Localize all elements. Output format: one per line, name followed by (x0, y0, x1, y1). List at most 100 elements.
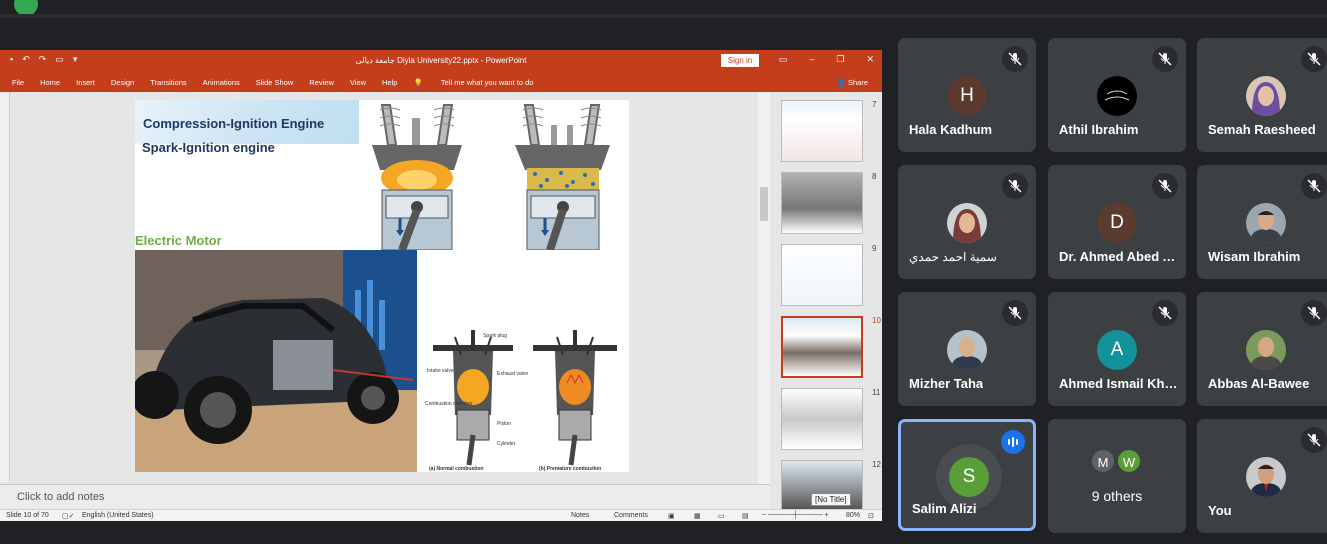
shared-screen: ▪ ↶ ↷ ▭ ▾ جامعة ديالى Diyla University22… (0, 50, 882, 521)
electric-car-photo (135, 250, 417, 472)
current-slide[interactable]: Compression-Ignition Engine Spark-Igniti… (135, 100, 629, 472)
label-spark-plug: Spark plug (483, 333, 507, 339)
avatar: A (1097, 330, 1137, 370)
sign-in-button[interactable]: Sign in (721, 54, 759, 67)
normal-view-icon[interactable]: ▣ (668, 512, 675, 520)
combustion-diagram: Spark plug Intake valve Exhaust valve Co… (425, 325, 625, 472)
speaking-indicator-icon (1001, 430, 1025, 454)
slide-thumbnail[interactable] (781, 100, 863, 162)
participant-name: سمية احمد حمدي (909, 250, 997, 264)
status-bar: Slide 10 of 70 ▢✓ English (United States… (0, 509, 882, 521)
tell-me-search[interactable]: 💡 Tell me what you want to do (413, 78, 549, 87)
zoom-level[interactable]: 80% (846, 512, 860, 519)
tab-slide-show[interactable]: Slide Show (256, 78, 294, 87)
notes-toggle[interactable]: Notes (571, 512, 589, 519)
mic-off-icon (1002, 173, 1028, 199)
participant-tile[interactable]: Athil Ibrahim (1048, 38, 1186, 152)
vertical-scrollbar-left[interactable] (0, 92, 10, 482)
participant-tile-speaking[interactable]: S Salim Alizi (898, 419, 1036, 531)
mic-off-icon (1301, 300, 1327, 326)
top-bar-divider (0, 14, 1327, 18)
powerpoint-title-bar: ▪ ↶ ↷ ▭ ▾ جامعة ديالى Diyla University22… (0, 50, 882, 71)
tab-home[interactable]: Home (40, 78, 60, 87)
reading-view-icon[interactable]: ▭ (718, 512, 725, 520)
avatar (1246, 457, 1286, 497)
thumbnail-number: 9 (872, 244, 877, 253)
restore-icon[interactable]: ❐ (836, 54, 844, 65)
tab-animations[interactable]: Animations (203, 78, 240, 87)
ribbon-options-icon[interactable]: ▭ (779, 54, 788, 65)
notes-placeholder: Click to add notes (17, 491, 105, 503)
mic-off-icon (1152, 173, 1178, 199)
slide-thumbnail-pane: 7 8 9 10 11 12 (770, 92, 882, 510)
tab-file[interactable]: File (12, 78, 24, 87)
others-count: 9 others (1091, 488, 1143, 504)
slide-thumbnail[interactable] (781, 172, 863, 234)
notes-pane[interactable]: Click to add notes (0, 484, 770, 510)
slideshow-view-icon[interactable]: ▤ (742, 512, 749, 520)
avatar: S (949, 457, 989, 497)
label-combustion-chamber: Combustion chamber (425, 401, 473, 407)
tab-insert[interactable]: Insert (76, 78, 95, 87)
mic-off-icon (1002, 300, 1028, 326)
slide-scrollbar[interactable] (758, 92, 770, 510)
others-tile[interactable]: M W 9 others (1048, 419, 1186, 533)
zoom-slider[interactable]: − ─────┼───── + (762, 512, 829, 519)
participant-tile[interactable]: سمية احمد حمدي (898, 165, 1036, 279)
thumbnail-number-active: 10 (872, 316, 881, 325)
heading-electric-motor: Electric Motor (135, 233, 222, 248)
tab-help[interactable]: Help (382, 78, 397, 87)
participant-name: Ahmed Ismail Khalaf (1059, 376, 1184, 391)
scrollbar-thumb[interactable] (760, 187, 768, 221)
window-controls: ▭ – ❐ ✕ (779, 54, 874, 65)
mic-off-icon (1152, 300, 1178, 326)
avatar: H (947, 76, 987, 116)
thumbnail-number: 8 (872, 172, 877, 181)
participant-tile[interactable]: A Ahmed Ismail Khalaf (1048, 292, 1186, 406)
language-status[interactable]: English (United States) (82, 512, 154, 519)
slide-thumbnail-active[interactable] (781, 316, 863, 378)
person-icon: 👤 (836, 78, 848, 87)
participant-tile[interactable]: Mizher Taha (898, 292, 1036, 406)
slide-thumbnail[interactable] (781, 244, 863, 306)
slide-sorter-icon[interactable]: ▦ (694, 512, 701, 520)
spellcheck-icon[interactable]: ▢✓ (62, 512, 74, 520)
close-icon[interactable]: ✕ (866, 54, 874, 65)
tell-me-label: Tell me what you want to do (440, 78, 534, 87)
label-premature-combustion: (b) Premature combustion (539, 466, 601, 472)
participant-tile[interactable]: Wisam Ibrahim (1197, 165, 1327, 279)
participant-tile[interactable]: Semah Raesheed (1197, 38, 1327, 152)
fit-slide-icon[interactable]: ⊡ (868, 512, 874, 520)
minimize-icon[interactable]: – (809, 54, 814, 65)
share-button[interactable]: 👤 Share (837, 78, 868, 87)
tab-view[interactable]: View (350, 78, 366, 87)
tab-design[interactable]: Design (111, 78, 134, 87)
slide-thumbnail[interactable] (781, 388, 863, 450)
avatar (1246, 203, 1286, 243)
mic-off-icon (1002, 46, 1028, 72)
avatar (1097, 76, 1137, 116)
tab-transitions[interactable]: Transitions (150, 78, 186, 87)
share-label: Share (847, 78, 868, 87)
participant-tile[interactable]: D Dr. Ahmed Abed Alhameed (1048, 165, 1186, 279)
label-normal-combustion: (a) Normal combustion (429, 466, 483, 472)
avatar (947, 330, 987, 370)
label-exhaust-valve: Exhaust valve (497, 371, 528, 377)
participant-tile[interactable]: Abbas Al-Bawee (1197, 292, 1327, 406)
participant-name: Abbas Al-Bawee (1208, 376, 1310, 391)
tab-review[interactable]: Review (309, 78, 334, 87)
comments-toggle[interactable]: Comments (614, 512, 648, 519)
label-intake-valve: Intake valve (427, 368, 454, 374)
participant-tile[interactable]: H Hala Kadhum (898, 38, 1036, 152)
heading-spark-ignition: Spark-Ignition engine (142, 140, 275, 155)
self-tile[interactable]: You (1197, 419, 1327, 533)
participant-name: Dr. Ahmed Abed Alhameed (1059, 249, 1184, 264)
lightbulb-icon: 💡 (413, 78, 425, 87)
mic-off-icon (1301, 427, 1327, 453)
avatar (947, 203, 987, 243)
label-cylinder: Cylinder (497, 441, 516, 447)
slide-counter: Slide 10 of 70 (6, 512, 49, 519)
avatar-mini: W (1116, 448, 1142, 474)
participant-name: Hala Kadhum (909, 122, 993, 137)
thumbnail-number: 11 (872, 388, 881, 397)
